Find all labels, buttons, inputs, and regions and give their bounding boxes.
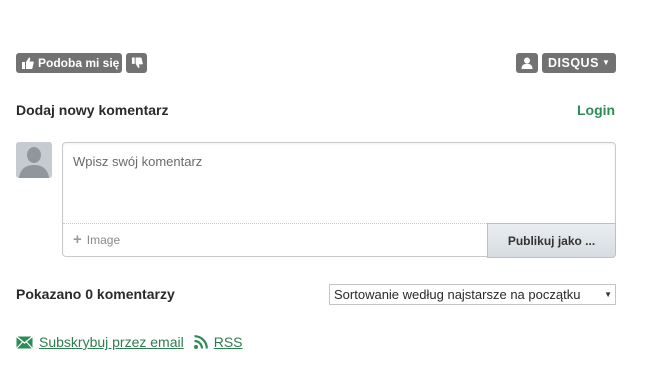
user-menu-button[interactable]	[516, 53, 538, 73]
thumbs-up-icon	[21, 57, 34, 69]
mail-icon	[16, 335, 33, 349]
thumbs-down-icon	[131, 57, 143, 69]
like-button[interactable]: Podoba mi się	[16, 53, 122, 73]
add-comment-title: Dodaj nowy komentarz	[16, 102, 169, 118]
sort-select[interactable]: Sortowanie według najstarsze na początku…	[329, 284, 616, 305]
chevron-down-icon: ▼	[601, 57, 610, 67]
avatar	[16, 142, 52, 178]
sort-selected-value: Sortowanie według najstarsze na początku	[334, 287, 581, 302]
user-icon	[521, 57, 533, 69]
subscribe-row: Subskrybuj przez email RSS	[16, 334, 243, 350]
subscribe-rss-link[interactable]: RSS	[214, 334, 243, 350]
dislike-button[interactable]	[126, 53, 147, 73]
chevron-down-icon: ▼	[604, 290, 612, 299]
comment-count: Pokazano 0 komentarzy	[16, 286, 175, 302]
add-image-label: Image	[86, 233, 121, 247]
add-image-button[interactable]: + Image	[73, 231, 121, 248]
comment-input[interactable]: Wpisz swój komentarz	[63, 143, 615, 223]
plus-icon: +	[73, 231, 82, 248]
rss-icon	[193, 335, 208, 349]
disqus-brand-label: DISQUS	[548, 56, 599, 70]
login-link[interactable]: Login	[577, 102, 615, 118]
comment-editor[interactable]: Wpisz swój komentarz + Image Publikuj ja…	[62, 142, 616, 258]
subscribe-email-link[interactable]: Subskrybuj przez email	[39, 334, 184, 350]
like-button-label: Podoba mi się	[38, 56, 120, 70]
disqus-menu-button[interactable]: DISQUS ▼	[542, 53, 616, 73]
publish-button[interactable]: Publikuj jako ...	[487, 223, 616, 258]
